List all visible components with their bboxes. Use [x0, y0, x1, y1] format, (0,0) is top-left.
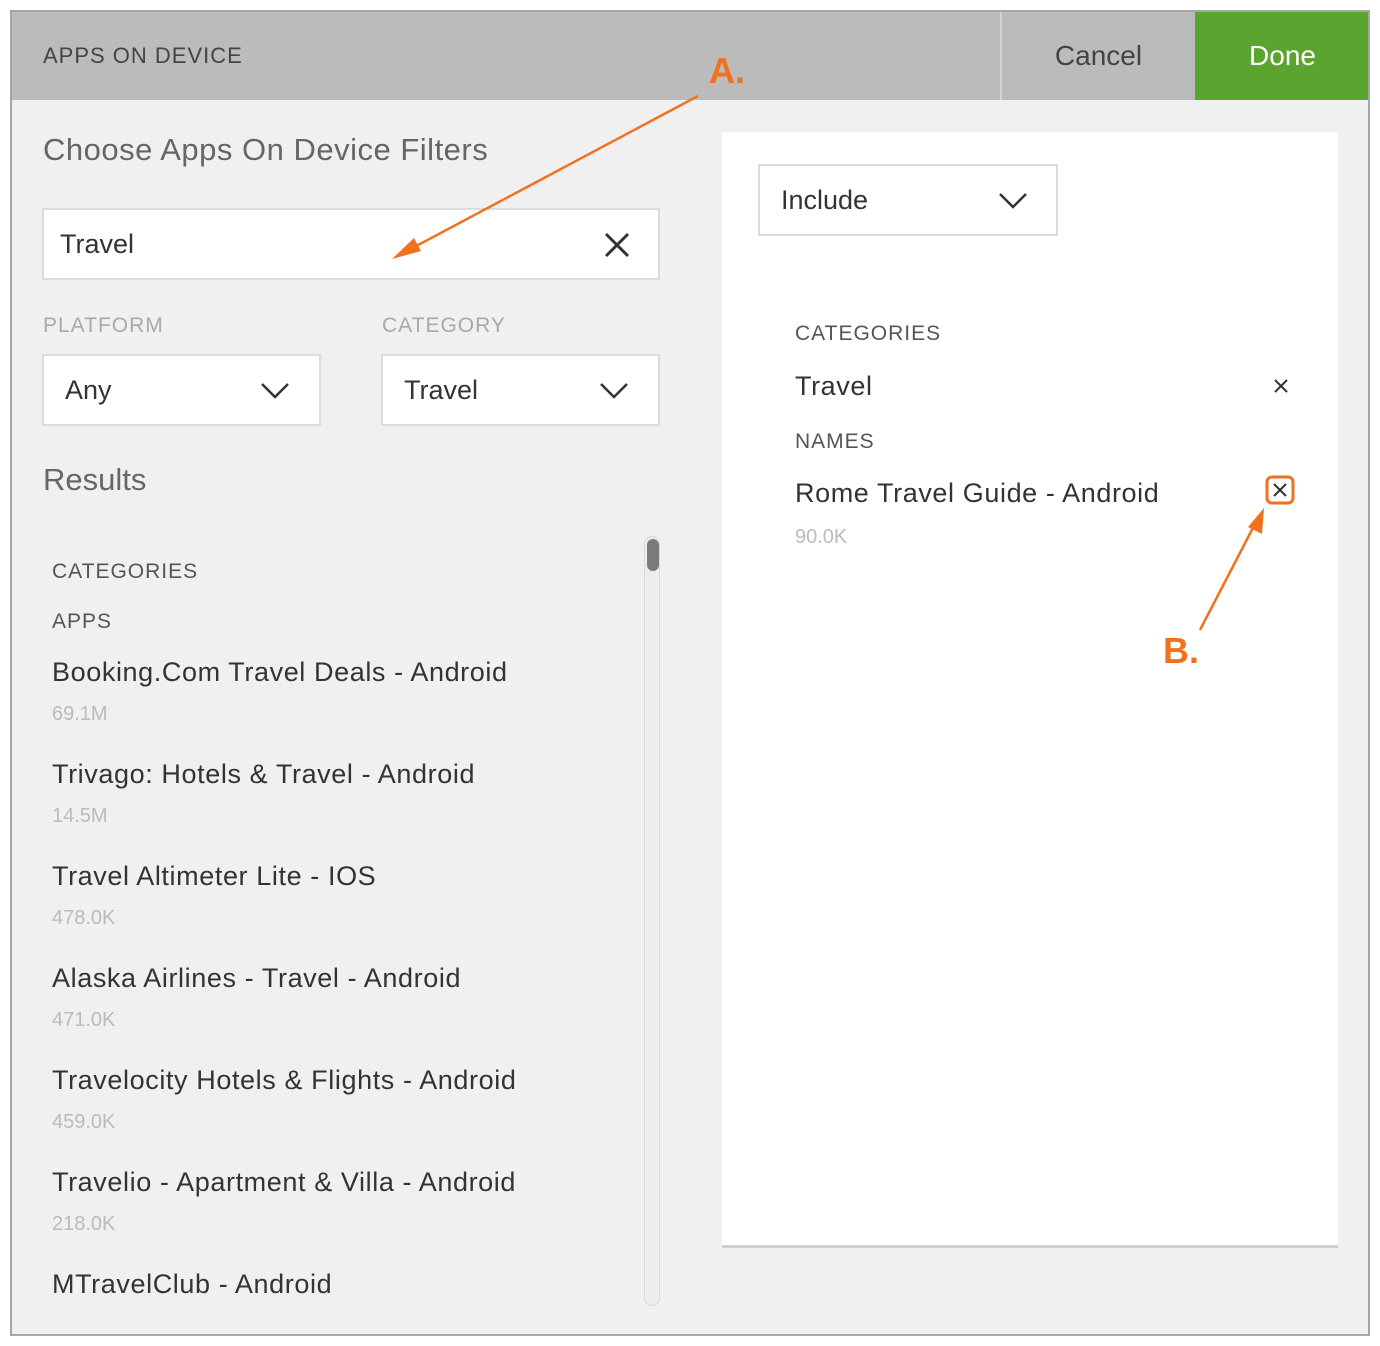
done-button[interactable]: Done [1195, 12, 1368, 100]
category-select[interactable]: Travel [381, 354, 660, 426]
dialog-title: APPS ON DEVICE [43, 43, 243, 68]
app-list-item[interactable]: Travelio - Apartment & Villa - Android 2… [52, 1162, 632, 1264]
selected-filters-panel: Include CATEGORIES Travel NAMES Rome Tra… [722, 132, 1338, 1248]
app-name: Trivago: Hotels & Travel - Android [52, 759, 476, 789]
app-count: 471.0K [52, 1009, 116, 1031]
annotation-label-a: A. [709, 50, 745, 91]
app-count: 69.1M [52, 703, 108, 725]
remove-category-icon[interactable] [1272, 377, 1290, 395]
app-count: 14.5M [52, 805, 108, 827]
category-label: CATEGORY [382, 314, 506, 337]
chevron-down-icon [261, 383, 289, 399]
annotation-label-b: B. [1163, 630, 1199, 671]
selected-names-header: NAMES [795, 430, 875, 453]
app-name: MTravelClub - Android [52, 1269, 333, 1299]
results-title: Results [43, 462, 147, 497]
results-apps-header: APPS [52, 610, 113, 633]
category-select-value: Travel [404, 375, 479, 405]
selected-categories-header: CATEGORIES [795, 322, 942, 345]
platform-label: PLATFORM [43, 314, 164, 337]
remove-name-icon[interactable] [1265, 475, 1295, 505]
chevron-down-icon [600, 383, 628, 399]
platform-select-value: Any [65, 375, 112, 405]
app-name: Travel Altimeter Lite - IOS [52, 861, 377, 891]
selected-name-count: 90.0K [795, 526, 848, 548]
results-categories-header: CATEGORIES [52, 560, 199, 583]
include-select-value: Include [781, 185, 869, 215]
include-select[interactable]: Include [758, 164, 1058, 236]
selected-category-item: Travel [795, 371, 873, 401]
app-count [52, 1306, 632, 1334]
app-list-item[interactable]: MTravelClub - Android [52, 1264, 632, 1334]
search-input[interactable] [60, 210, 580, 278]
app-name: Alaska Airlines - Travel - Android [52, 963, 462, 993]
filters-title: Choose Apps On Device Filters [43, 132, 489, 167]
selected-name-item: Rome Travel Guide - Android [795, 478, 1160, 508]
chevron-down-icon [999, 193, 1027, 209]
results-scrollbar[interactable] [644, 536, 660, 1306]
results-list: CATEGORIES APPS Booking.Com Travel Deals… [52, 552, 632, 1334]
cancel-button[interactable]: Cancel [1000, 12, 1195, 100]
app-name: Booking.Com Travel Deals - Android [52, 657, 508, 687]
app-count: 459.0K [52, 1111, 116, 1133]
clear-search-icon[interactable] [604, 232, 630, 258]
app-count: 478.0K [52, 907, 116, 929]
app-list-item[interactable]: Alaska Airlines - Travel - Android 471.0… [52, 958, 632, 1060]
app-count: 218.0K [52, 1213, 116, 1235]
search-box [42, 208, 660, 280]
app-name: Travelio - Apartment & Villa - Android [52, 1167, 517, 1197]
app-list-item[interactable]: Booking.Com Travel Deals - Android 69.1M [52, 652, 632, 754]
scrollbar-thumb[interactable] [647, 539, 659, 571]
app-list-item[interactable]: Travel Altimeter Lite - IOS 478.0K [52, 856, 632, 958]
app-name: Travelocity Hotels & Flights - Android [52, 1065, 517, 1095]
platform-select[interactable]: Any [42, 354, 321, 426]
dialog-header: APPS ON DEVICE Cancel Done [12, 12, 1368, 100]
app-list-item[interactable]: Trivago: Hotels & Travel - Android 14.5M [52, 754, 632, 856]
dialog: APPS ON DEVICE Cancel Done Choose Apps O… [10, 10, 1370, 1336]
app-list-item[interactable]: Travelocity Hotels & Flights - Android 4… [52, 1060, 632, 1162]
